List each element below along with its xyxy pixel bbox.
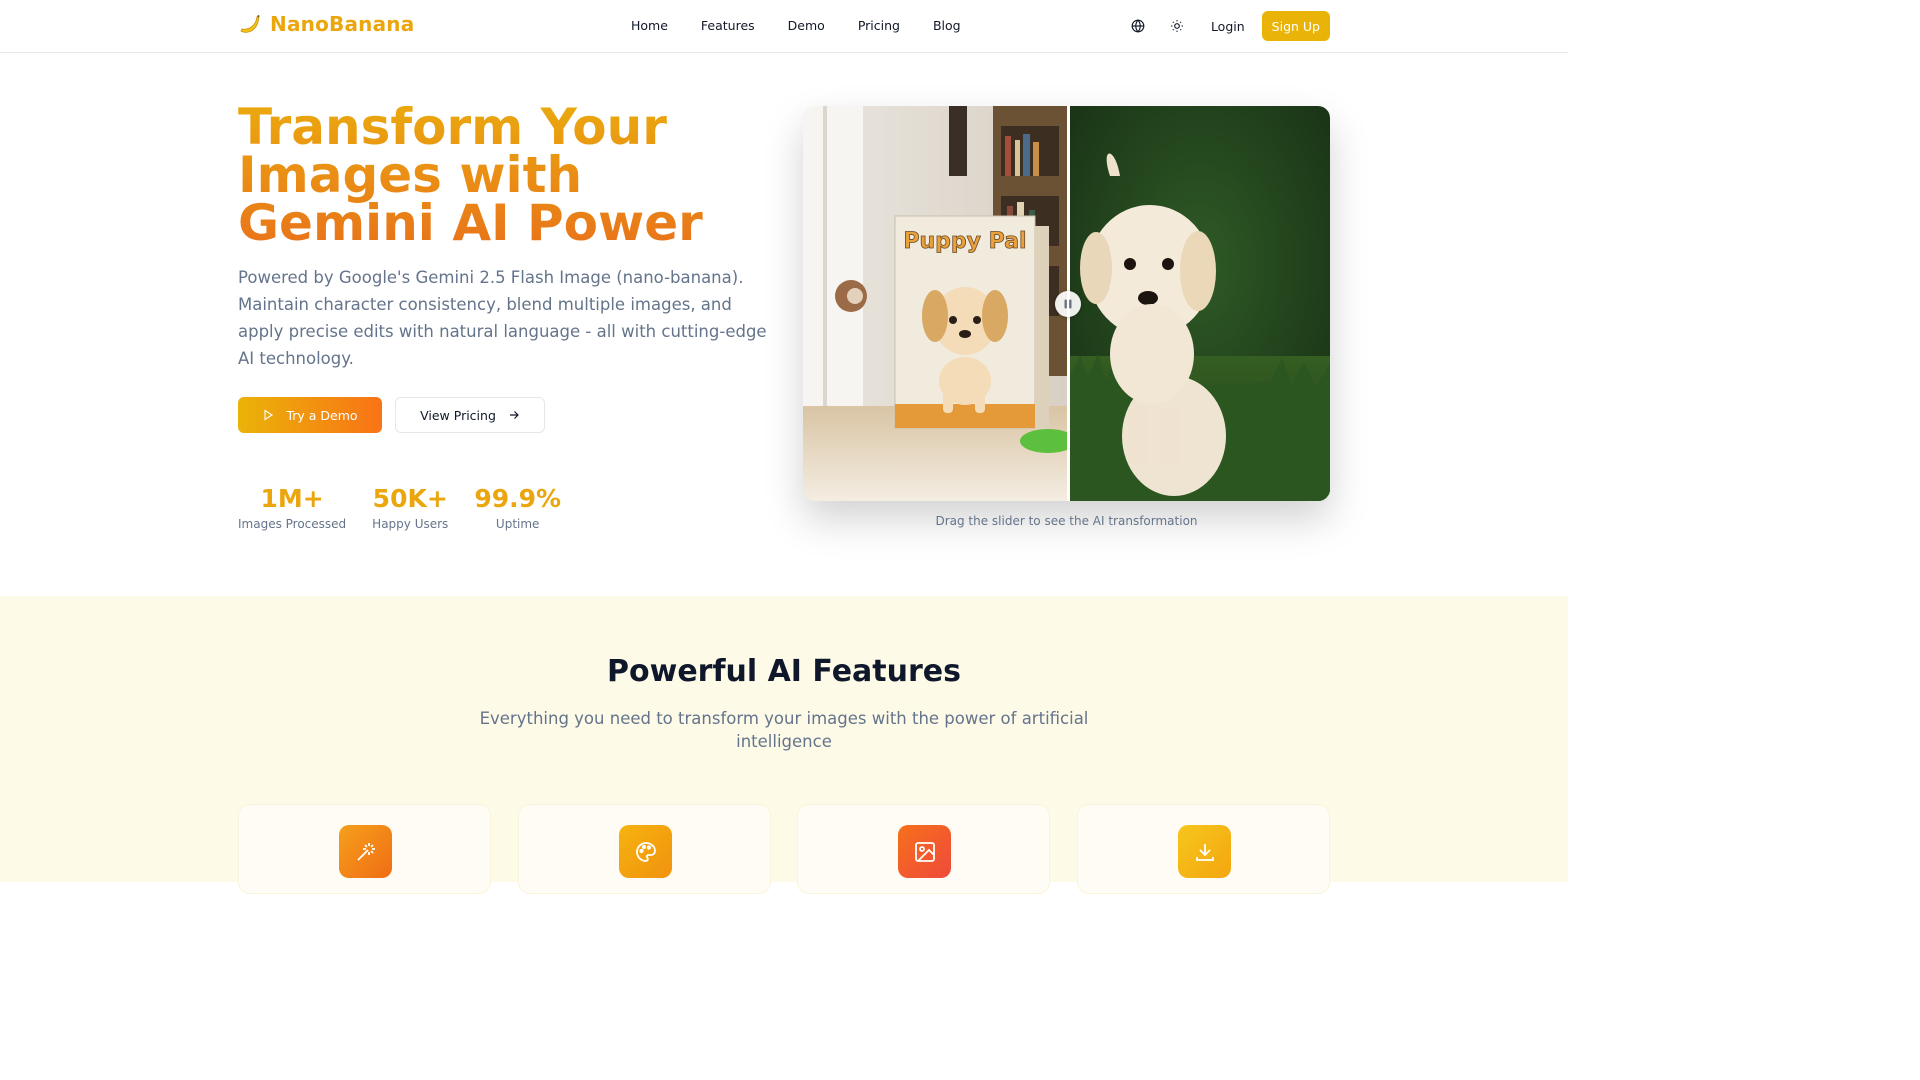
palette-icon <box>619 825 672 878</box>
stat-value: 99.9% <box>474 484 562 513</box>
main-nav: Home Features Demo Pricing Blog <box>631 18 994 33</box>
sun-icon <box>1171 20 1183 32</box>
stat-label: Images Processed <box>238 517 347 531</box>
view-pricing-label: View Pricing <box>420 407 496 423</box>
toy-box-illustration: Puppy Pal <box>803 106 1067 501</box>
slider-handle[interactable] <box>1055 291 1081 317</box>
features-section: Powerful AI Features Everything you need… <box>0 596 1568 894</box>
before-image: Puppy Pal <box>803 106 1067 501</box>
hero-subtitle: Powered by Google's Gemini 2.5 Flash Ima… <box>238 268 767 368</box>
features-title: Powerful AI Features <box>607 654 961 689</box>
banana-icon <box>240 15 260 33</box>
site-header: NanoBanana Home Features Demo Pricing Bl… <box>0 0 1568 53</box>
play-icon <box>264 409 274 421</box>
hero-stats: 1M+ Images Processed 50K+ Happy Users 99… <box>238 483 587 531</box>
signup-button[interactable]: Sign Up <box>1261 11 1330 41</box>
globe-icon <box>1131 19 1145 33</box>
theme-toggle-button[interactable] <box>1162 11 1192 41</box>
feature-card <box>797 804 1050 894</box>
drag-handle-icon <box>1064 299 1072 309</box>
hero-title: Transform Your Images with Gemini AI Pow… <box>238 102 778 248</box>
nav-blog[interactable]: Blog <box>933 18 961 33</box>
try-demo-label: Try a Demo <box>286 407 358 423</box>
features-subtitle: Everything you need to transform your im… <box>479 709 1089 751</box>
stat-value: 1M+ <box>260 484 324 513</box>
stat-label: Uptime <box>495 517 540 531</box>
box-title: Puppy Pal <box>903 229 1026 254</box>
arrow-right-icon <box>509 411 519 419</box>
language-button[interactable] <box>1123 11 1153 41</box>
nav-features[interactable]: Features <box>701 18 755 33</box>
brand-logo[interactable]: NanoBanana <box>238 12 414 36</box>
after-image <box>1070 106 1330 501</box>
nav-pricing[interactable]: Pricing <box>858 18 900 33</box>
feature-card <box>1077 804 1330 894</box>
real-puppy-photo <box>1070 106 1330 501</box>
feature-card <box>518 804 771 894</box>
login-link[interactable]: Login <box>1211 19 1245 34</box>
stat-uptime: 99.9% Uptime <box>474 483 561 531</box>
view-pricing-button[interactable]: View Pricing <box>395 397 545 433</box>
before-after-comparison[interactable]: Puppy Pal <box>803 106 1330 501</box>
stat-label: Happy Users <box>372 517 449 531</box>
compare-caption: Drag the slider to see the AI transforma… <box>935 514 1198 528</box>
stat-value: 50K+ <box>372 484 448 513</box>
magic-wand-icon <box>339 825 392 878</box>
download-icon <box>1178 825 1231 878</box>
brand-name: NanoBanana <box>270 12 415 36</box>
image-icon <box>898 825 951 878</box>
nav-home[interactable]: Home <box>631 18 668 33</box>
nav-demo[interactable]: Demo <box>788 18 825 33</box>
stat-users: 50K+ Happy Users <box>372 483 448 531</box>
header-actions: Login Sign Up <box>1114 11 1330 41</box>
stat-images: 1M+ Images Processed <box>238 483 346 531</box>
feature-card <box>238 804 491 894</box>
try-demo-button[interactable]: Try a Demo <box>238 397 382 433</box>
